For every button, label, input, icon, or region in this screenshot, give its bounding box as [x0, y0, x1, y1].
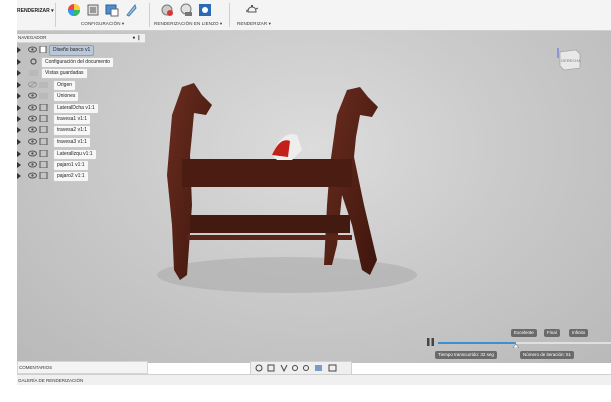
tree-label: pajaro2 v1:1 — [53, 171, 89, 182]
expand-arrow-icon[interactable] — [17, 93, 21, 99]
tree-label: pajaro1 v1:1 — [53, 160, 89, 171]
render-gallery-panel[interactable]: GALERÍA DE RENDERIZACIÓN — [17, 374, 611, 385]
in-canvas-render-icon[interactable] — [179, 3, 193, 17]
tree-label: Diseño banco v1 — [49, 45, 95, 56]
ribbon-separator — [149, 3, 150, 27]
expand-arrow-icon[interactable] — [17, 82, 21, 88]
incanvas-group-label[interactable]: RENDERIZACIÓN EN LIENZO ▾ — [154, 21, 222, 27]
backrest-board — [182, 159, 352, 187]
eye-icon[interactable] — [28, 150, 37, 157]
eye-icon[interactable] — [28, 115, 37, 122]
component-icon — [39, 126, 48, 133]
tree-label: LateralDcha v1:1 — [53, 103, 99, 114]
setup-group-label[interactable]: CONFIGURACIÓN ▾ — [81, 21, 124, 27]
workspace-switcher[interactable]: RENDERIZAR ▾ — [17, 8, 54, 14]
eye-icon[interactable] — [28, 172, 37, 179]
lower-rail — [187, 235, 352, 240]
eye-icon[interactable] — [28, 138, 37, 145]
scene-settings-icon[interactable] — [86, 3, 100, 17]
tree-label: Configuración del documento — [41, 57, 115, 68]
seat-board — [190, 215, 350, 233]
gear-icon — [30, 58, 37, 65]
document-icon — [39, 46, 47, 53]
eye-icon[interactable] — [28, 46, 37, 53]
folder-icon — [39, 93, 48, 99]
expand-arrow-icon[interactable] — [17, 105, 21, 111]
ribbon-separator — [229, 3, 230, 27]
pause-icon[interactable] — [425, 337, 437, 347]
tree-label: travesa1 v1:1 — [53, 114, 92, 125]
browser-title: NAVEGADOR — [18, 35, 47, 40]
texture-map-icon[interactable] — [105, 3, 119, 17]
render-settings-icon[interactable] — [160, 3, 174, 17]
browser-controls[interactable]: ● ❙ — [132, 34, 141, 42]
eye-icon[interactable] — [28, 104, 37, 111]
component-icon — [39, 115, 48, 122]
component-icon — [39, 172, 48, 179]
capture-image-icon[interactable] — [198, 3, 212, 17]
iteration-count-label: Número de iteración: 51 — [520, 351, 575, 359]
component-icon — [39, 138, 48, 145]
render-progress-bar — [438, 342, 611, 348]
viewcube[interactable]: DERECHA — [554, 44, 582, 72]
fusion-render-window: RENDERIZAR ▾ CONFIGURACIÓN ▾ RENDERIZACI… — [17, 0, 611, 385]
expand-arrow-icon[interactable] — [17, 59, 21, 65]
folder-icon — [39, 82, 48, 88]
render-teapot-icon[interactable] — [245, 3, 259, 17]
appearance-icon[interactable] — [67, 3, 81, 17]
folder-icon — [29, 70, 38, 76]
elapsed-time-label: Tiempo transcurrido: 32 seg — [435, 351, 497, 359]
ribbon-toolbar: RENDERIZAR ▾ CONFIGURACIÓN ▾ RENDERIZACI… — [17, 0, 611, 31]
comments-panel[interactable]: COMENTARIOS — [17, 361, 148, 374]
ribbon-separator — [55, 3, 56, 27]
expand-arrow-icon[interactable] — [17, 127, 21, 133]
viewcube-face-label: DERECHA — [561, 58, 581, 63]
tree-label: Uniones — [53, 91, 80, 102]
bench-render[interactable] — [142, 75, 422, 305]
expand-arrow-icon[interactable] — [17, 70, 21, 76]
render-group-label[interactable]: RENDERIZAR ▾ — [237, 21, 271, 27]
quality-infinito-button[interactable]: Infinito — [569, 329, 589, 337]
component-icon — [39, 104, 48, 111]
expand-arrow-icon[interactable] — [17, 139, 21, 145]
bench-shadow — [157, 257, 417, 293]
tree-label: travesa3 v1:1 — [53, 137, 92, 148]
expand-arrow-icon[interactable] — [17, 151, 21, 157]
expand-arrow-icon[interactable] — [17, 173, 21, 179]
quality-excelente-button[interactable]: Excelente — [511, 329, 537, 337]
quality-final-button[interactable]: Final — [544, 329, 560, 337]
expand-arrow-icon[interactable] — [17, 116, 21, 122]
eye-icon[interactable] — [28, 126, 37, 133]
eye-icon[interactable] — [28, 161, 37, 168]
nav-icons[interactable] — [255, 364, 347, 372]
tree-label: Origen — [53, 80, 77, 91]
expand-arrow-icon[interactable] — [17, 162, 21, 168]
navigation-toolbar — [250, 361, 352, 375]
tree-label: LateralIzqu v1:1 — [53, 149, 97, 160]
tree-label: travesa2 v1:1 — [53, 125, 92, 136]
eye-icon[interactable] — [28, 92, 37, 99]
expand-arrow-icon[interactable] — [17, 47, 21, 53]
browser-header[interactable]: NAVEGADOR ● ❙ — [17, 34, 145, 43]
decal-icon[interactable] — [124, 3, 138, 17]
eye-hidden-icon[interactable] — [28, 81, 37, 88]
component-icon — [39, 161, 48, 168]
component-icon — [39, 150, 48, 157]
bird-wing — [272, 140, 290, 157]
tree-label: Vistas guardadas — [41, 68, 88, 79]
